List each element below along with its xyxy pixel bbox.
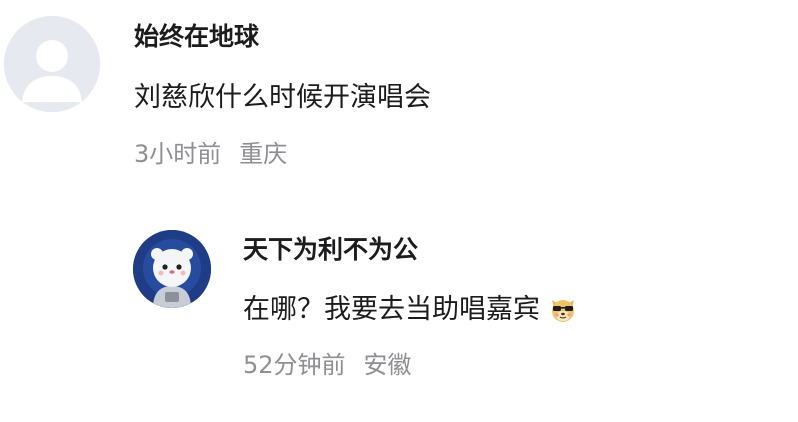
reply-time: 52分钟前 (243, 351, 346, 379)
comment-time: 3小时前 (134, 140, 222, 168)
comment-location: 重庆 (239, 140, 288, 168)
reply-text-body: 在哪？我要去当助唱嘉宾 (243, 293, 540, 325)
default-user-avatar[interactable] (4, 16, 100, 112)
bear-astronaut-icon (133, 230, 211, 308)
comment-text: 刘慈欣什么时候开演唱会 (134, 84, 431, 111)
comment-username[interactable]: 始终在地球 (134, 24, 259, 49)
user-silhouette-icon (4, 16, 100, 112)
reply-text: 在哪？我要去当助唱嘉宾 (243, 294, 578, 324)
reply-username[interactable]: 天下为利不为公 (243, 237, 418, 262)
cool-dog-icon (552, 300, 574, 322)
reply-meta: 52分钟前 安徽 (243, 353, 412, 377)
astronaut-bear-avatar[interactable] (133, 230, 211, 308)
comment-text-body: 刘慈欣什么时候开演唱会 (134, 82, 431, 113)
comment-meta: 3小时前 重庆 (134, 142, 287, 166)
cool-dog-sunglasses-emoji (548, 294, 578, 324)
reply-location: 安徽 (363, 351, 412, 379)
